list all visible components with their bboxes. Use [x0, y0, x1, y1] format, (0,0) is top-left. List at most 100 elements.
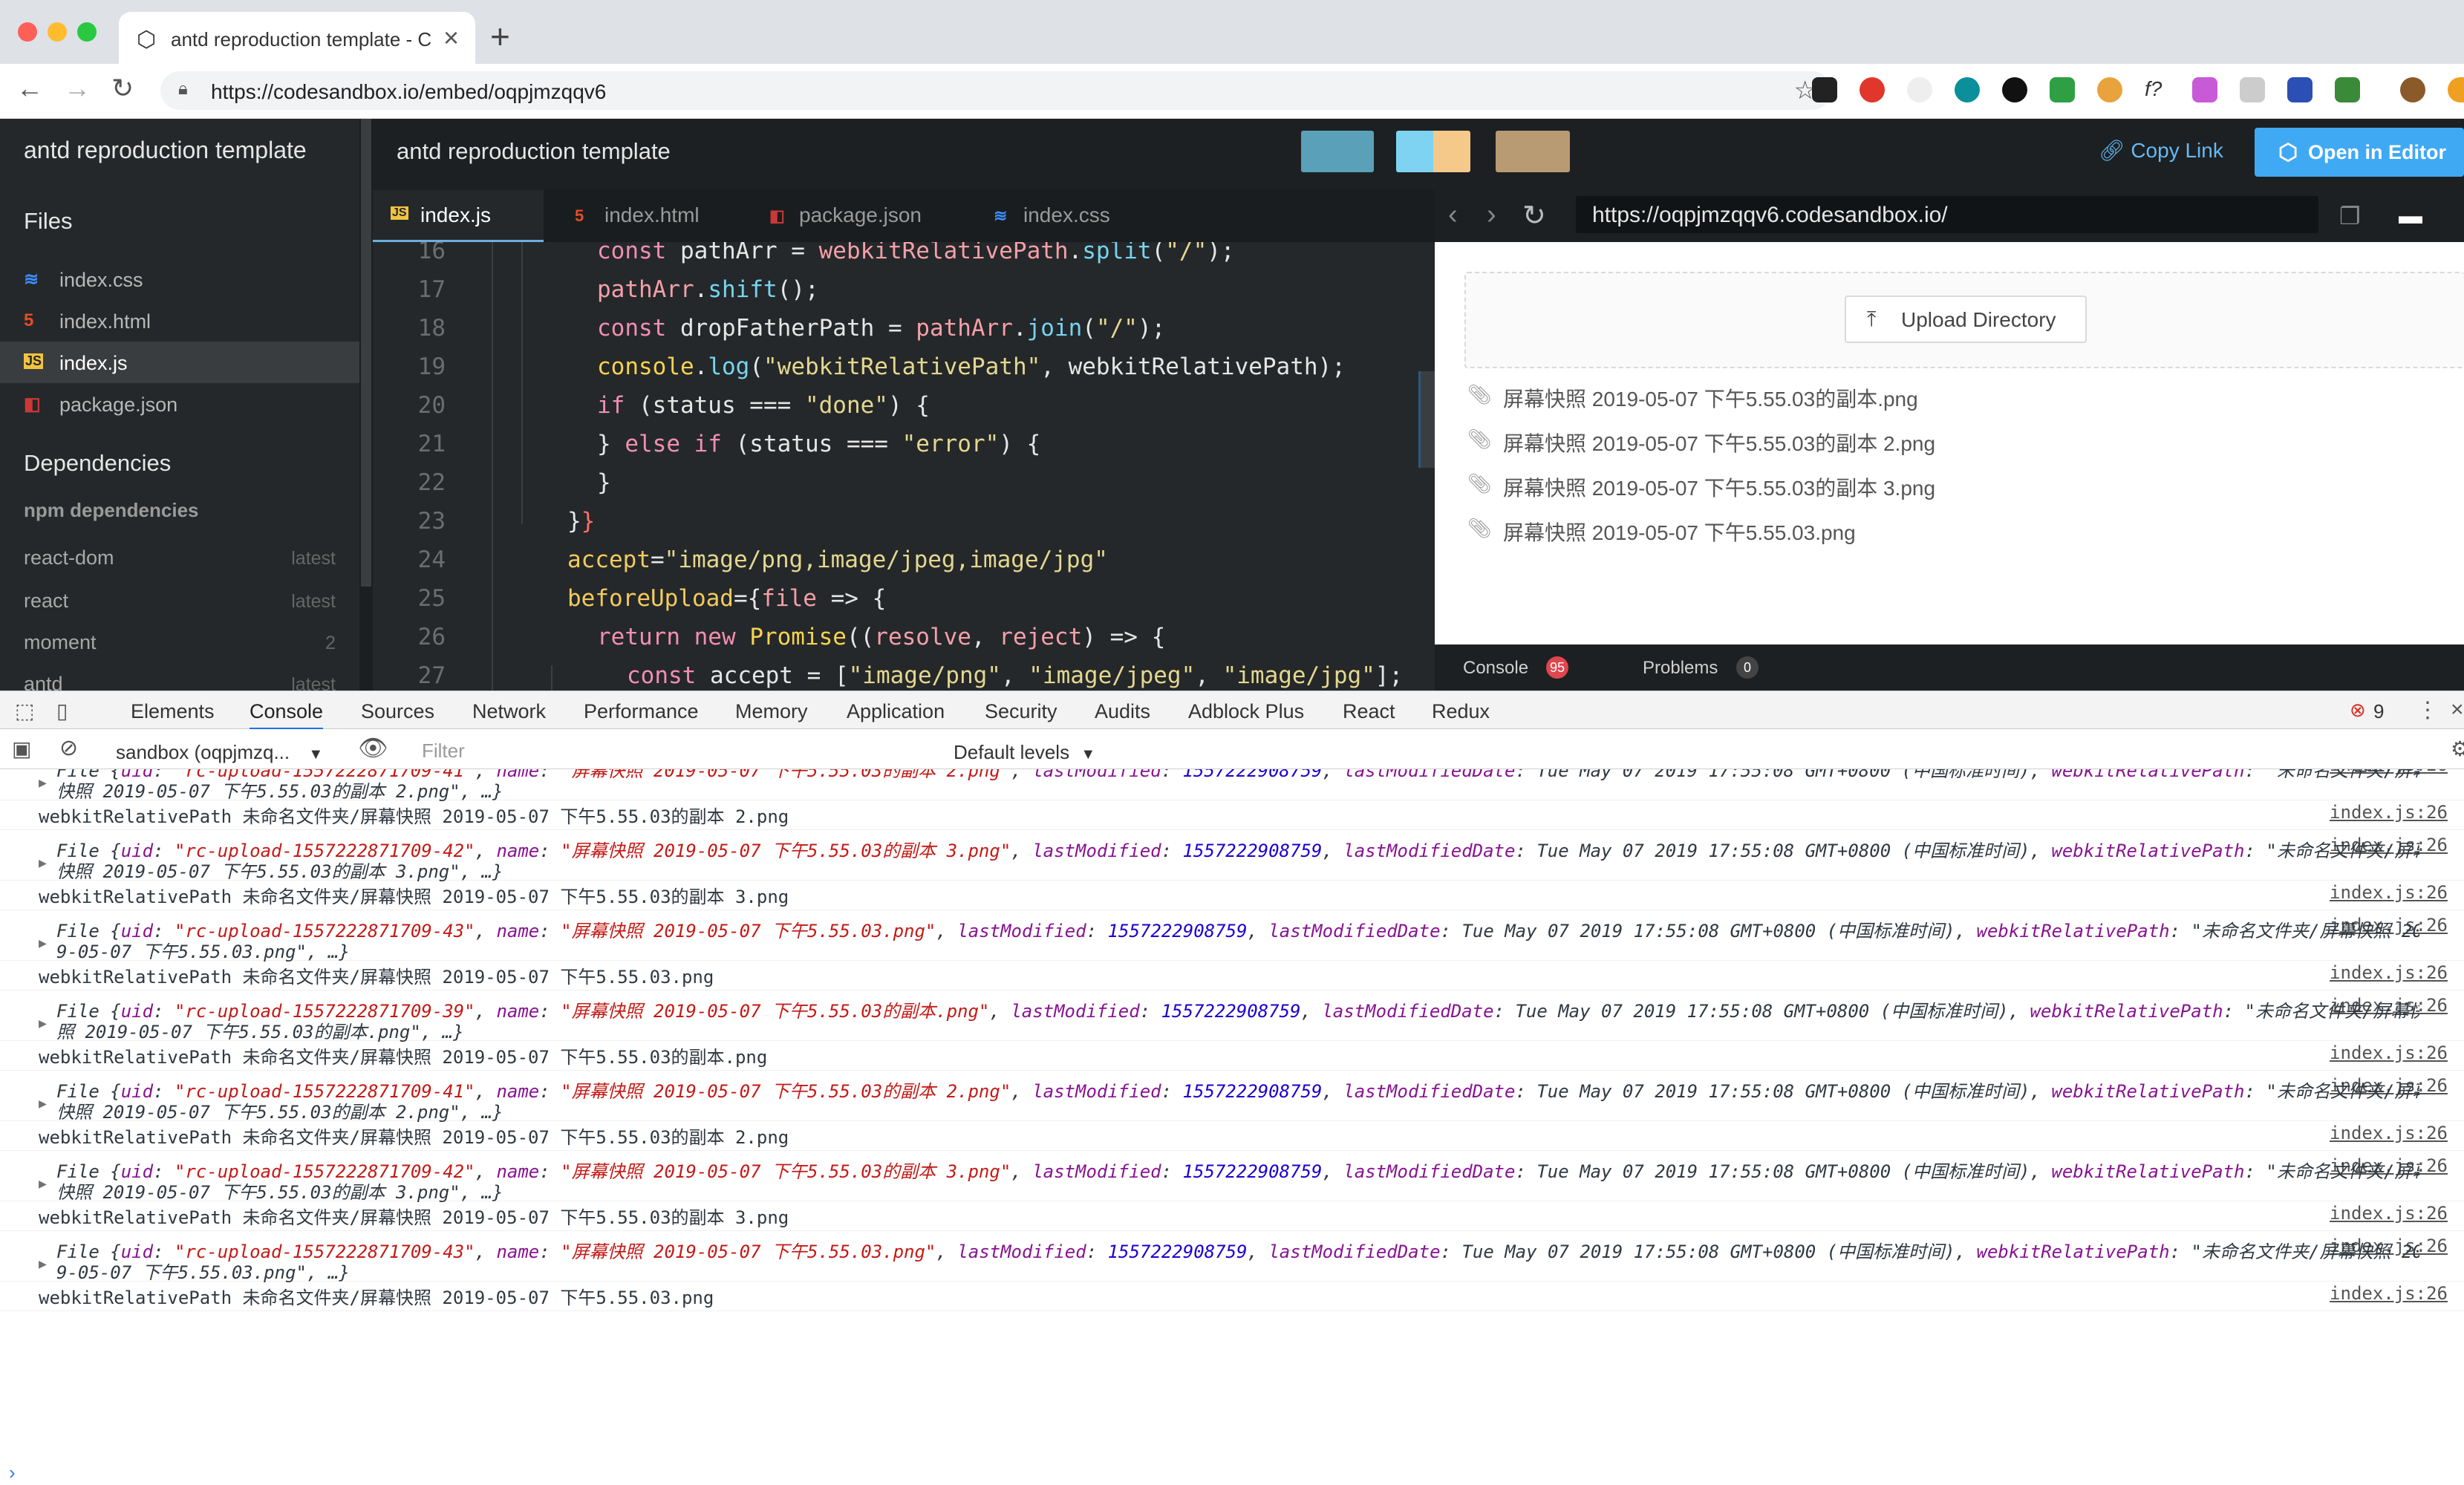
code-editor[interactable]: 16 const pathArr = webkitRelativePath.sp…	[373, 242, 1435, 691]
new-tab-button[interactable]: +	[490, 16, 510, 56]
open-in-editor-button[interactable]: ⬡ Open in Editor	[2255, 128, 2464, 177]
extension-icon[interactable]	[2287, 77, 2313, 102]
editor-tab-package-json[interactable]: ◧ package.json	[752, 190, 967, 242]
expand-triangle-icon[interactable]: ▶	[39, 936, 47, 951]
source-link[interactable]: index.js:26	[2330, 882, 2448, 903]
sidebar-toggle-icon[interactable]: ▣	[12, 737, 31, 761]
console-log-row[interactable]: webkitRelativePath 未命名文件夹/屏幕快照 2019-05-0…	[0, 1198, 2464, 1231]
dependency-item[interactable]: react-dom latest	[24, 546, 336, 584]
extension-icon[interactable]	[2097, 77, 2122, 102]
live-expression-eye-icon[interactable]: 👁︎	[358, 734, 388, 762]
dependency-item[interactable]: antd latest	[24, 673, 336, 691]
address-bar[interactable]: 🔒︎ https://codesandbox.io/embed/oqpjmzqq…	[160, 71, 1831, 110]
back-arrow-icon[interactable]: ←	[16, 73, 43, 104]
devtools-tab-redux[interactable]: Redux	[1432, 700, 1490, 723]
devtools-tab-audits[interactable]: Audits	[1095, 700, 1150, 723]
console-object-row[interactable]: index.js:26▶File {uid: "rc-upload-155722…	[0, 769, 2464, 802]
preview-problems-tab[interactable]: Problems	[1643, 658, 1718, 679]
react-devtools-icon[interactable]	[1955, 77, 1980, 102]
expand-triangle-icon[interactable]: ▶	[39, 775, 47, 791]
device-toolbar-icon[interactable]: ▯	[56, 699, 68, 723]
preview-reload-icon[interactable]: ↻	[1522, 199, 1546, 232]
open-new-window-icon[interactable]: ❐	[2339, 202, 2361, 230]
adblock-plus-icon[interactable]	[1860, 77, 1885, 102]
console-object-row[interactable]: index.js:26▶File {uid: "rc-upload-155722…	[0, 909, 2464, 962]
file-item-index-js[interactable]: JS index.js	[0, 342, 359, 383]
console-object-row[interactable]: index.js:26▶File {uid: "rc-upload-155722…	[0, 1149, 2464, 1203]
console-prompt-icon[interactable]: ›	[9, 1461, 16, 1484]
devtools-tab-adblock-plus[interactable]: Adblock Plus	[1188, 700, 1304, 723]
sidebar-scrollbar[interactable]	[361, 119, 371, 587]
console-log-row[interactable]: webkitRelativePath 未命名文件夹/屏幕快照 2019-05-0…	[0, 878, 2464, 910]
console-filter-input[interactable]	[404, 735, 939, 766]
expand-triangle-icon[interactable]: ▶	[39, 1256, 47, 1272]
source-link[interactable]: index.js:26	[2330, 962, 2448, 983]
extension-icon[interactable]	[1907, 77, 1932, 102]
file-item-index-html[interactable]: 5 index.html	[0, 300, 359, 342]
function-extension-icon[interactable]: f?	[2145, 77, 2170, 102]
reload-icon[interactable]: ↻	[111, 73, 134, 104]
dependency-item[interactable]: moment 2	[24, 631, 336, 668]
devtools-tab-console[interactable]: Console	[250, 700, 324, 731]
preview-url-input[interactable]: https://oqpjmzqqv6.codesandbox.io/	[1576, 196, 2318, 233]
source-link[interactable]: index.js:26	[2330, 1042, 2448, 1063]
error-count[interactable]: 9	[2373, 700, 2384, 723]
editor-scrollbar[interactable]	[1418, 371, 1435, 468]
maximize-window-button[interactable]	[77, 22, 97, 42]
close-window-button[interactable]	[18, 22, 37, 42]
clear-console-icon[interactable]: ⊘	[59, 735, 78, 761]
devtools-tab-memory[interactable]: Memory	[735, 700, 808, 723]
devtools-tab-performance[interactable]: Performance	[584, 700, 699, 723]
source-link[interactable]: index.js:26	[2330, 1203, 2448, 1224]
console-log-area[interactable]: index.js:26 ▶ File {uid: "rc-upload-155722…	[0, 769, 2464, 1485]
forward-arrow-icon[interactable]: →	[64, 73, 91, 104]
console-log-row[interactable]: webkitRelativePath 未命名文件夹/屏幕快照 2019-05-0…	[0, 1038, 2464, 1071]
devtools-tab-network[interactable]: Network	[472, 700, 546, 723]
upload-directory-button[interactable]: ⤒ Upload Directory	[1845, 296, 2087, 343]
file-item-index-css[interactable]: ≋ index.css	[0, 258, 359, 300]
devtools-menu-icon[interactable]: ⋮	[2416, 697, 2439, 723]
copy-link-button[interactable]: 🔗︎ Copy Link	[2099, 138, 2223, 163]
inspect-element-icon[interactable]: ⬚	[15, 699, 34, 723]
editor-tab-index-js[interactable]: JS index.js	[373, 190, 544, 242]
preview-forward-icon[interactable]: ›	[1487, 199, 1496, 231]
close-tab-icon[interactable]: ×	[443, 22, 459, 53]
devtools-tab-elements[interactable]: Elements	[131, 700, 215, 723]
console-log-row[interactable]: webkitRelativePath 未命名文件夹/屏幕快照 2019-05-0…	[0, 1118, 2464, 1151]
console-object-row[interactable]: index.js:26▶File {uid: "rc-upload-155722…	[0, 989, 2464, 1042]
preview-back-icon[interactable]: ‹	[1448, 199, 1458, 231]
console-log-row[interactable]: webkitRelativePath 未命名文件夹/屏幕快照 2019-05-0…	[0, 1279, 2464, 1311]
extension-icon[interactable]	[1812, 77, 1837, 102]
browser-tab[interactable]: ⬡ antd reproduction template - C ×	[119, 12, 475, 64]
extension-icon[interactable]	[2050, 77, 2075, 102]
console-object-row[interactable]: index.js:26▶File {uid: "rc-upload-155722…	[0, 1230, 2464, 1283]
devtools-tab-security[interactable]: Security	[985, 700, 1057, 723]
close-devtools-icon[interactable]: ×	[2451, 697, 2464, 722]
log-levels-dropdown[interactable]: Default levels ▼	[954, 741, 1095, 764]
devtools-tab-application[interactable]: Application	[847, 700, 945, 723]
source-link[interactable]: index.js:26	[2330, 1123, 2448, 1143]
source-link[interactable]: index.js:26	[2330, 1283, 2448, 1304]
console-settings-icon[interactable]: ⚙	[2451, 737, 2464, 761]
devtools-tab-sources[interactable]: Sources	[361, 700, 434, 723]
minimize-window-button[interactable]	[48, 22, 67, 42]
console-object-row[interactable]: index.js:26▶File {uid: "rc-upload-155722…	[0, 1069, 2464, 1123]
extension-icon[interactable]	[2002, 77, 2027, 102]
console-object-row[interactable]: index.js:26▶File {uid: "rc-upload-155722…	[0, 829, 2464, 882]
dependency-item[interactable]: react latest	[24, 590, 336, 627]
console-log-row[interactable]: webkitRelativePath 未命名文件夹/屏幕快照 2019-05-0…	[0, 958, 2464, 990]
console-log-row[interactable]: webkitRelativePath 未命名文件夹/屏幕快照 2019-05-0…	[0, 797, 2464, 830]
expand-triangle-icon[interactable]: ▶	[39, 1016, 47, 1031]
editor-tab-index-html[interactable]: 5 index.html	[557, 190, 743, 242]
extension-icon[interactable]	[2192, 77, 2217, 102]
expand-triangle-icon[interactable]: ▶	[39, 855, 47, 871]
preview-console-tab[interactable]: Console	[1463, 658, 1528, 679]
file-item-package-json[interactable]: ◧ package.json	[0, 383, 359, 425]
extension-icon[interactable]	[2335, 77, 2360, 102]
preview-toggle-icon[interactable]: ▬	[2399, 202, 2422, 229]
context-selector[interactable]: sandbox (oqpjmzq... ▼	[105, 737, 340, 765]
extension-icon[interactable]	[2240, 77, 2265, 102]
expand-triangle-icon[interactable]: ▶	[39, 1176, 47, 1192]
devtools-tab-react[interactable]: React	[1343, 700, 1395, 723]
extension-icon[interactable]	[2400, 77, 2425, 102]
